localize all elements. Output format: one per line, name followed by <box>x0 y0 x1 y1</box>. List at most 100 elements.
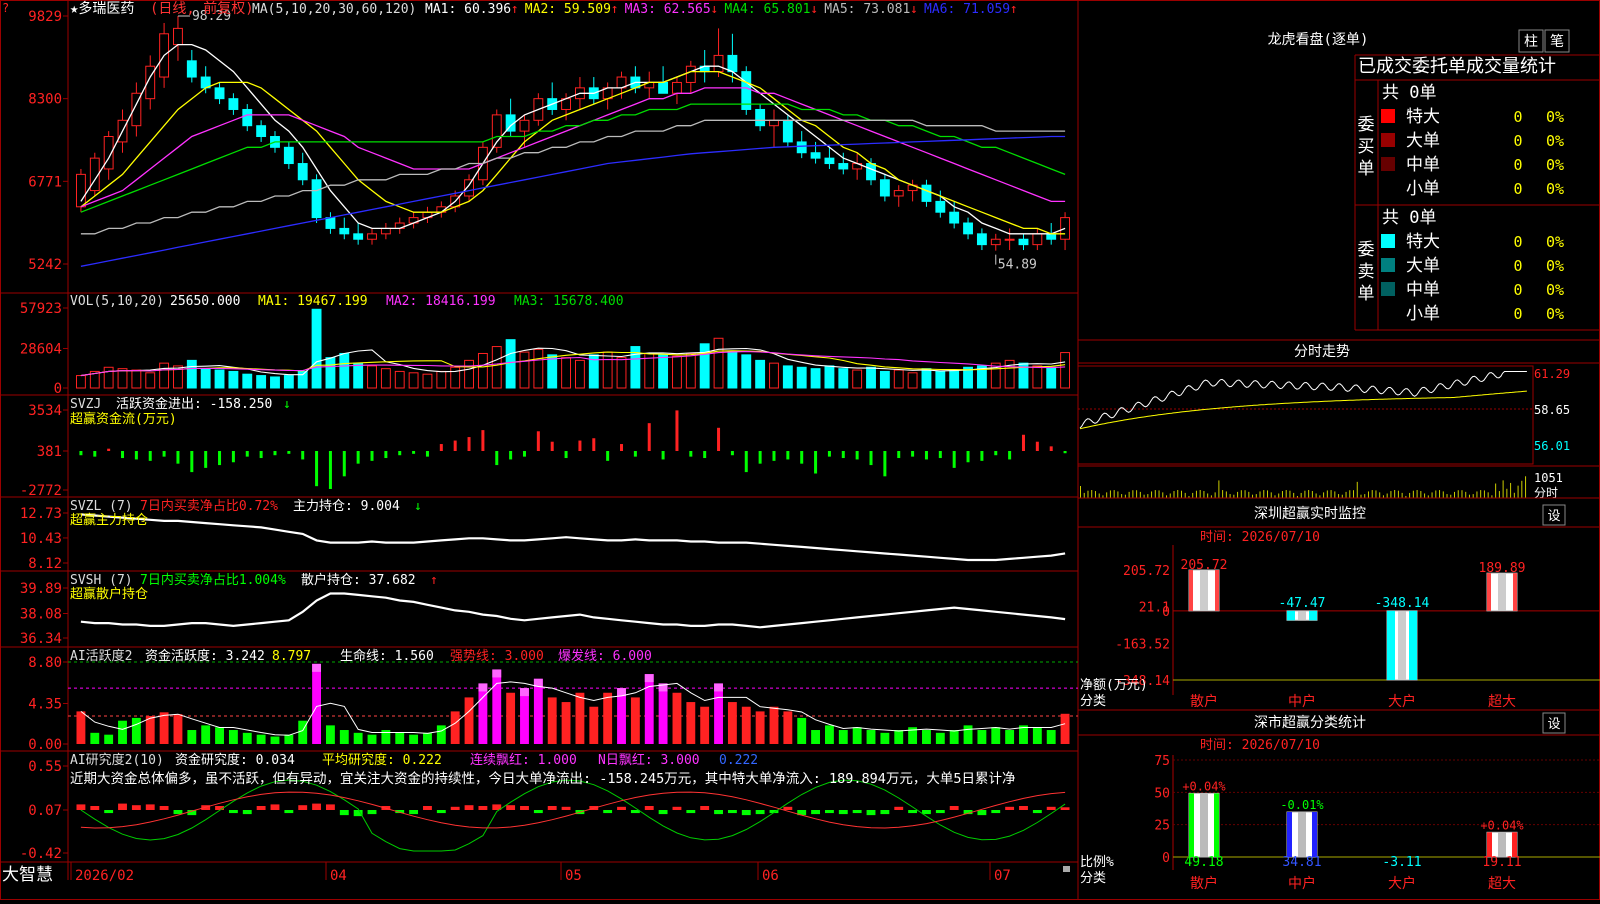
intraday-vol-bar <box>1304 491 1305 498</box>
flow-bar <box>495 451 498 465</box>
volume-bar <box>783 366 792 388</box>
nav-question-mark[interactable]: ? <box>2 1 9 15</box>
research-bar <box>867 810 876 815</box>
candle-body-up <box>714 55 723 71</box>
activity-bar <box>520 688 529 744</box>
intraday-vol-bar <box>1207 493 1208 498</box>
intraday-vol-bar <box>1091 490 1092 498</box>
intraday-vol-bar <box>1192 493 1193 498</box>
vol-y-tick-label: 57923 <box>20 301 62 317</box>
lhb-sell-row-pct: 0% <box>1546 257 1564 275</box>
volume-bar <box>201 369 210 388</box>
activity-bar <box>977 730 986 744</box>
volume-bar <box>118 369 127 388</box>
intraday-vol-bar <box>1480 490 1481 498</box>
flow-bar <box>149 451 152 461</box>
vol-ma2-value: MA2: 18416.199 <box>386 294 496 309</box>
monitor-bar-0 <box>1189 570 1219 611</box>
intraday-vol-bar <box>1278 493 1279 498</box>
candle-body-down <box>298 164 307 180</box>
volume-bar <box>1033 366 1042 388</box>
svzj-value: 活跃资金进出: -158.250 <box>116 396 272 412</box>
intraday-vol-bar <box>1181 491 1182 498</box>
candle-body-down <box>880 180 889 196</box>
monitor-bar-1 <box>1287 611 1317 620</box>
flow-bar <box>163 451 166 457</box>
classify-title: 深市超赢分类统计 <box>1254 714 1366 731</box>
flow-bar <box>509 451 512 459</box>
volume-bar <box>853 370 862 388</box>
intraday-y-label: 58.65 <box>1534 403 1570 417</box>
monitor-bar-edge-left <box>1189 570 1193 611</box>
monitor-category: 中户 <box>1288 693 1316 710</box>
research-bar <box>659 810 668 814</box>
chart-canvas: 982983006771524298.2954.89★多瑞医药 (日线, 前复权)… <box>0 0 1600 900</box>
intraday-vol-bar <box>1106 492 1107 498</box>
ma-arrow-5: ↓ <box>910 2 918 17</box>
lhb-buy-row-label: 中单 <box>1406 155 1440 175</box>
activity-bar <box>76 711 85 744</box>
research-bar <box>756 810 765 814</box>
ai2-last: 0.222 <box>719 753 758 768</box>
intraday-vol-bar <box>1506 489 1507 498</box>
intraday-vol-bar <box>1357 482 1358 498</box>
monitor-bar-shine <box>1298 611 1306 620</box>
monitor-title: 深圳超赢实时监控 <box>1254 505 1366 522</box>
lhb-btn-bar[interactable]: 柱 <box>1524 34 1538 50</box>
intraday-vol-bar <box>1263 490 1264 498</box>
monitor-set-btn[interactable]: 设 <box>1547 509 1560 524</box>
candle-body-up <box>76 174 85 206</box>
monitor-bar-3 <box>1487 573 1517 611</box>
volume-bar <box>368 366 377 388</box>
flow-bar <box>870 451 873 465</box>
research-line-green <box>81 780 1065 851</box>
research-bar <box>1033 810 1042 813</box>
volume-bar <box>506 340 515 388</box>
volume-bar <box>215 370 224 388</box>
classify-top-label: +0.04% <box>1480 818 1524 832</box>
research-bar <box>160 806 169 810</box>
intraday-vol-bar <box>1495 484 1496 498</box>
candle-body-up <box>368 234 377 239</box>
intraday-vol-bar <box>1443 491 1444 498</box>
research-bar <box>853 810 862 813</box>
lhb-btn-pen[interactable]: 笔 <box>1550 34 1564 50</box>
candle-body-down <box>257 126 266 137</box>
intraday-vol-bar <box>1087 491 1088 498</box>
lhb-buy-row-pct: 0% <box>1546 180 1564 198</box>
activity-bar <box>645 674 654 744</box>
activity-bar <box>243 733 252 744</box>
monitor-y-label: 0 <box>1162 605 1170 620</box>
candle-body-up <box>991 239 1000 244</box>
flow-bar <box>980 451 983 461</box>
research-bar <box>478 806 487 810</box>
intraday-vol-bar <box>1114 490 1115 498</box>
flow-bar <box>1064 451 1067 453</box>
intraday-vol-bar <box>1435 490 1436 498</box>
monitor-bar-edge-left <box>1387 611 1395 680</box>
volume-bar <box>354 363 363 388</box>
intraday-vol-bar <box>1245 490 1246 498</box>
intraday-vol-bar <box>1308 490 1309 498</box>
intraday-vol-bar <box>1417 490 1418 498</box>
candle-body-down <box>1019 239 1028 244</box>
intraday-vol-bar <box>1473 494 1474 498</box>
svzl-line <box>81 514 1065 560</box>
intraday-vol-bar <box>1432 492 1433 498</box>
intraday-vol-bar <box>1424 493 1425 498</box>
lhb-buy-row-pct: 0% <box>1546 156 1564 174</box>
intraday-vol-bar <box>1334 491 1335 498</box>
classify-time: 时间: 2026/07/10 <box>1200 738 1320 753</box>
ma-value-1: MA1: 60.396 <box>425 2 511 17</box>
classify-bar-edge-left <box>1189 793 1194 857</box>
intraday-vol-bar <box>1271 492 1272 498</box>
research-bar <box>811 810 820 814</box>
research-bar <box>603 810 612 813</box>
brand-label[interactable]: 大智慧 <box>2 865 53 885</box>
activity-bar <box>811 730 820 744</box>
flow-bar <box>689 451 692 457</box>
intraday-vol-bar <box>1155 490 1156 498</box>
activity-bar <box>409 735 418 744</box>
classify-set-btn[interactable]: 设 <box>1547 717 1560 732</box>
volume-bar <box>880 371 889 388</box>
